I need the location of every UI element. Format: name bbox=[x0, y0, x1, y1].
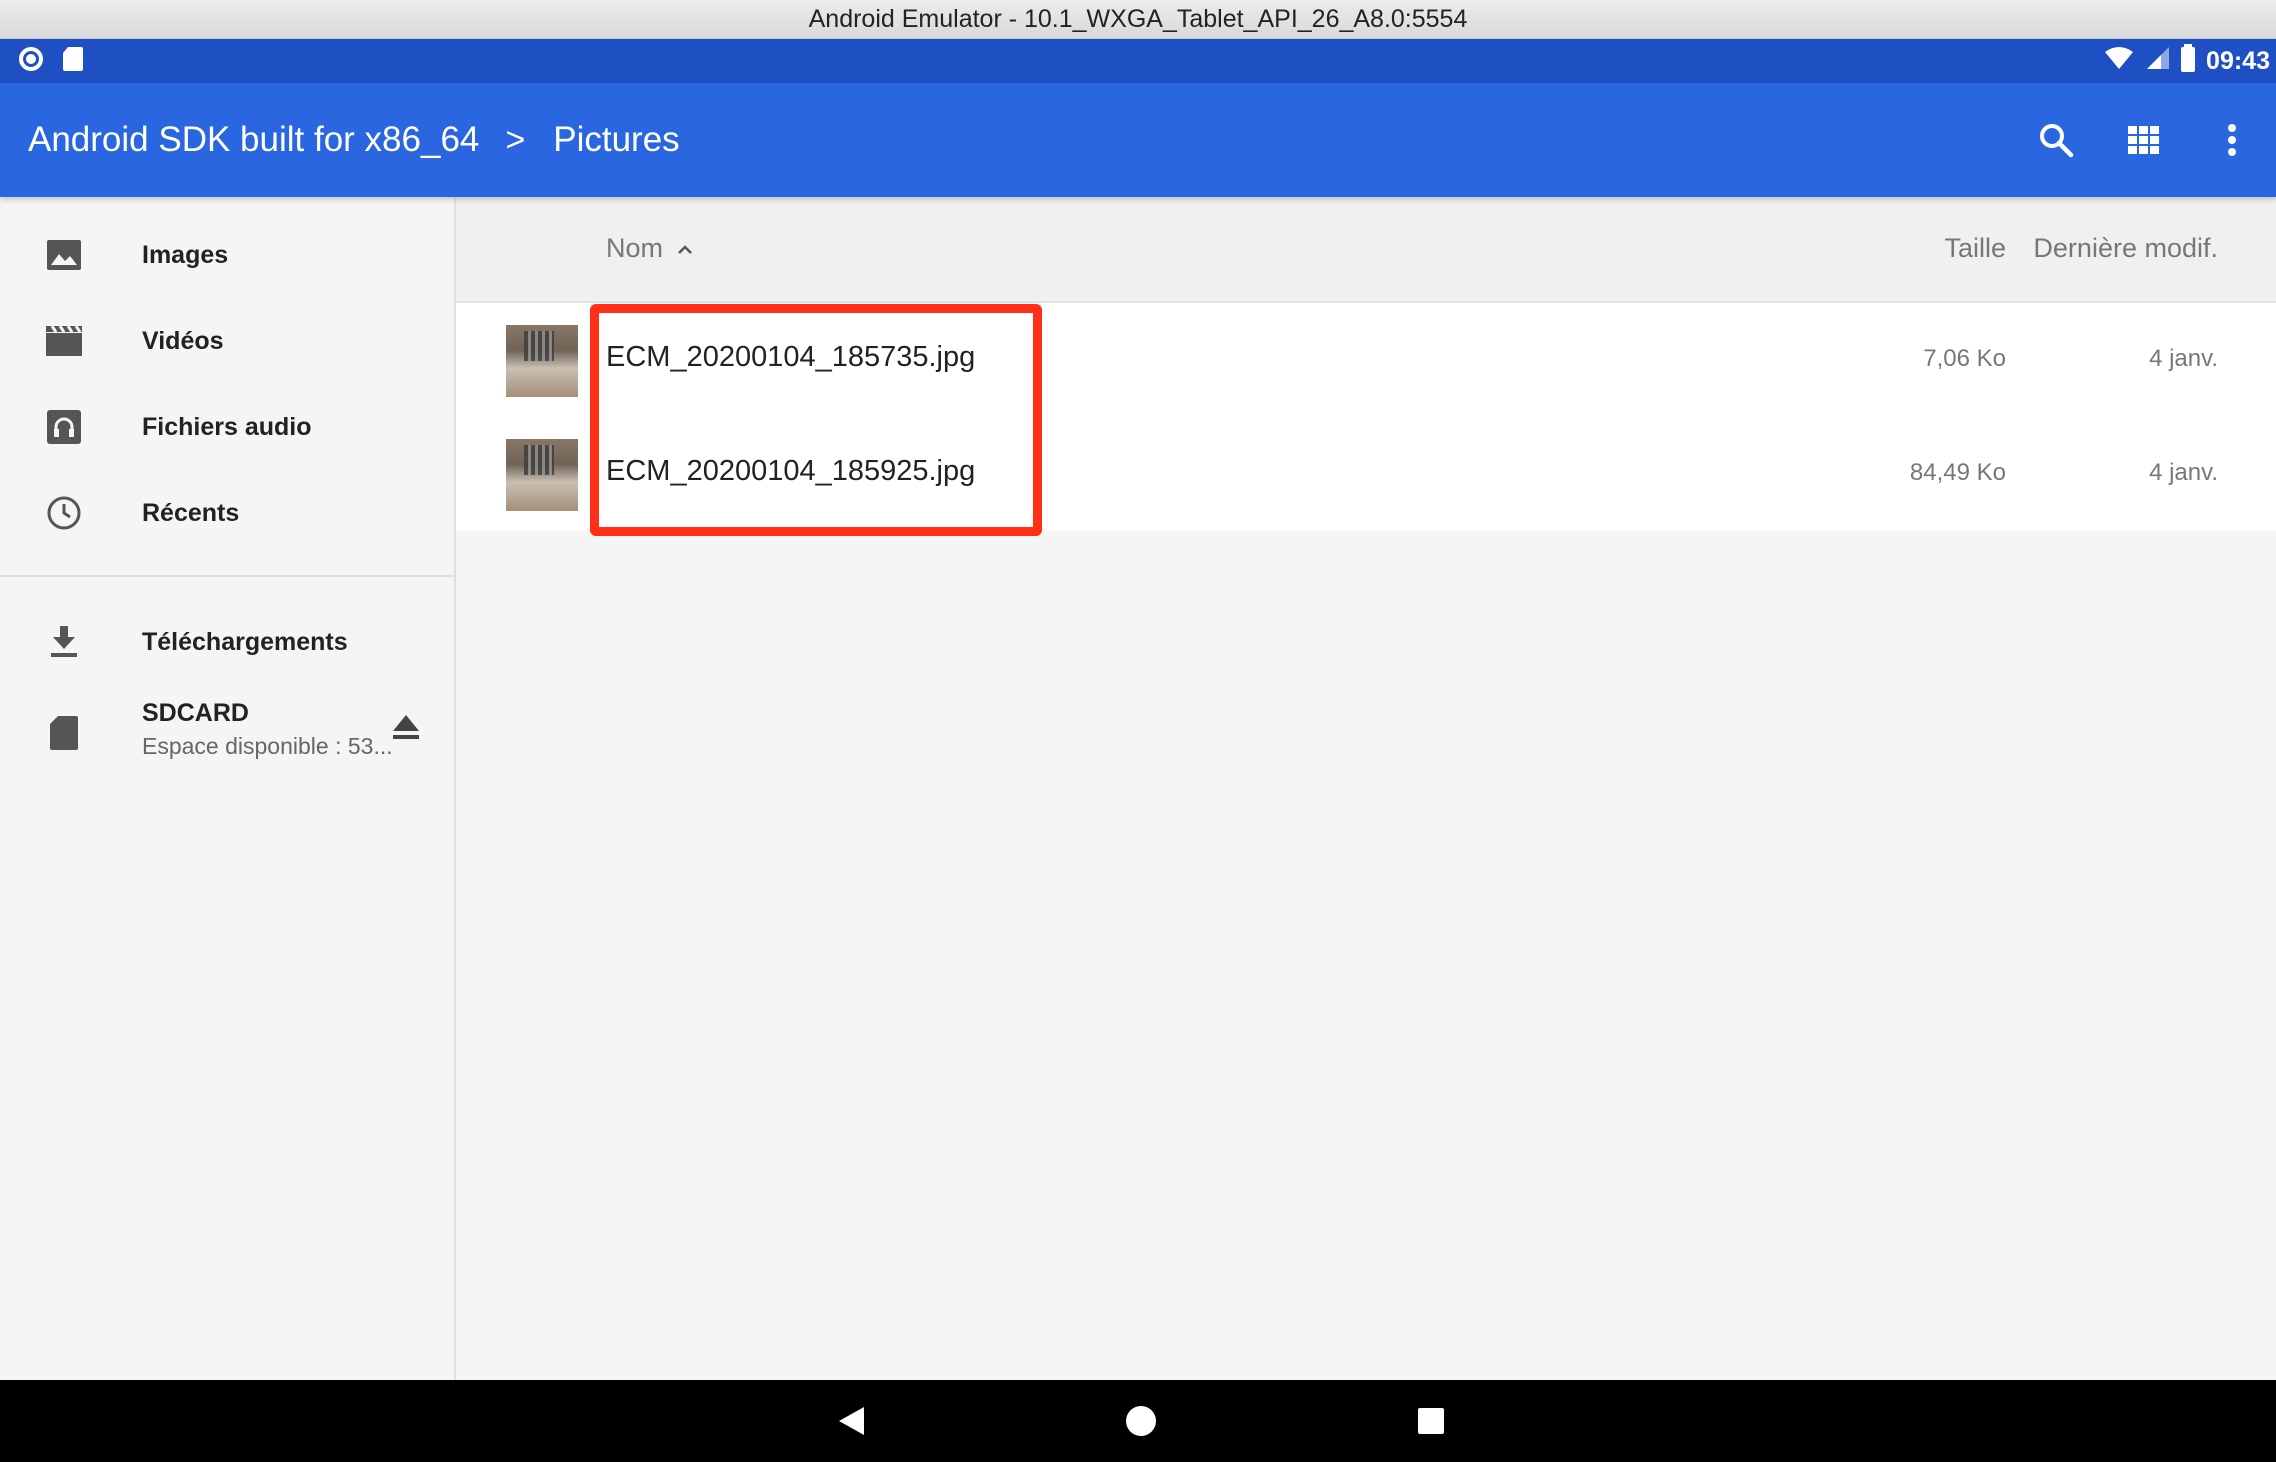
status-bar: 09:43 bbox=[0, 39, 2276, 83]
file-modified: 4 janv. bbox=[2149, 459, 2218, 486]
home-icon bbox=[1126, 1406, 1156, 1436]
battery-icon bbox=[2180, 43, 2196, 79]
headphones-icon bbox=[44, 407, 84, 447]
grid-view-icon bbox=[2128, 126, 2159, 154]
column-header-modified[interactable]: Dernière modif. bbox=[2033, 233, 2218, 264]
sidebar-item-label: Vidéos bbox=[142, 326, 224, 355]
file-thumbnail bbox=[506, 325, 578, 397]
sidebar: Images Vidéos Fichiers audio Récents Tél… bbox=[0, 197, 456, 1380]
more-options-button[interactable] bbox=[2188, 96, 2276, 184]
search-icon bbox=[2040, 124, 2074, 158]
clock-icon bbox=[44, 493, 84, 533]
download-icon bbox=[44, 622, 84, 662]
file-size: 84,49 Ko bbox=[1909, 459, 2006, 486]
sidebar-item-images[interactable]: Images bbox=[0, 212, 454, 298]
back-button[interactable] bbox=[828, 1398, 874, 1444]
list-header: Nom Taille Dernière modif. bbox=[456, 197, 2276, 303]
sidebar-item-sdcard[interactable]: SDCARD Espace disponible : 53... bbox=[0, 685, 454, 781]
sidebar-item-label: SDCARD bbox=[142, 699, 249, 727]
sidebar-item-videos[interactable]: Vidéos bbox=[0, 298, 454, 384]
more-vert-icon bbox=[2228, 124, 2236, 156]
file-size: 7,06 Ko bbox=[1923, 345, 2006, 372]
clock-time: 09:43 bbox=[2206, 46, 2270, 75]
home-button[interactable] bbox=[1118, 1398, 1164, 1444]
grid-view-button[interactable] bbox=[2100, 96, 2188, 184]
sd-card-icon bbox=[62, 46, 84, 77]
video-icon bbox=[44, 321, 84, 361]
sidebar-item-recents[interactable]: Récents bbox=[0, 470, 454, 556]
sidebar-divider bbox=[0, 575, 454, 577]
wifi-icon bbox=[2104, 46, 2134, 77]
eject-icon[interactable] bbox=[392, 715, 420, 746]
column-header-name[interactable]: Nom bbox=[606, 233, 693, 264]
sidebar-item-label: Fichiers audio bbox=[142, 412, 312, 441]
file-modified: 4 janv. bbox=[2149, 345, 2218, 372]
sdcard-free-space: Espace disponible : 53... bbox=[142, 733, 393, 759]
column-header-name-label: Nom bbox=[606, 233, 664, 263]
back-icon bbox=[839, 1407, 864, 1435]
system-nav-bar bbox=[0, 1380, 2276, 1462]
chevron-right-icon: > bbox=[505, 120, 526, 159]
sidebar-item-label: Téléchargements bbox=[142, 627, 348, 656]
sort-ascending-icon bbox=[678, 244, 692, 254]
sidebar-item-audio[interactable]: Fichiers audio bbox=[0, 384, 454, 470]
window-title: Android Emulator - 10.1_WXGA_Tablet_API_… bbox=[0, 0, 2276, 39]
image-icon bbox=[44, 235, 84, 275]
column-header-size[interactable]: Taille bbox=[1944, 233, 2006, 264]
recents-button[interactable] bbox=[1408, 1398, 1454, 1444]
highlight-box bbox=[590, 304, 1042, 536]
sidebar-item-label: Récents bbox=[142, 498, 240, 527]
breadcrumb-root[interactable]: Android SDK built for x86_64 bbox=[28, 120, 479, 160]
breadcrumb-current[interactable]: Pictures bbox=[553, 120, 679, 160]
record-icon bbox=[18, 46, 44, 77]
search-button[interactable] bbox=[2012, 96, 2100, 184]
breadcrumb: Android SDK built for x86_64 > Pictures bbox=[28, 83, 680, 197]
sidebar-item-downloads[interactable]: Téléchargements bbox=[0, 599, 454, 685]
signal-icon bbox=[2144, 46, 2170, 77]
recents-icon bbox=[1418, 1408, 1444, 1434]
app-bar: Android SDK built for x86_64 > Pictures bbox=[0, 83, 2276, 197]
file-thumbnail bbox=[506, 439, 578, 511]
sd-card-icon bbox=[44, 713, 84, 753]
sidebar-item-label: Images bbox=[142, 240, 229, 269]
